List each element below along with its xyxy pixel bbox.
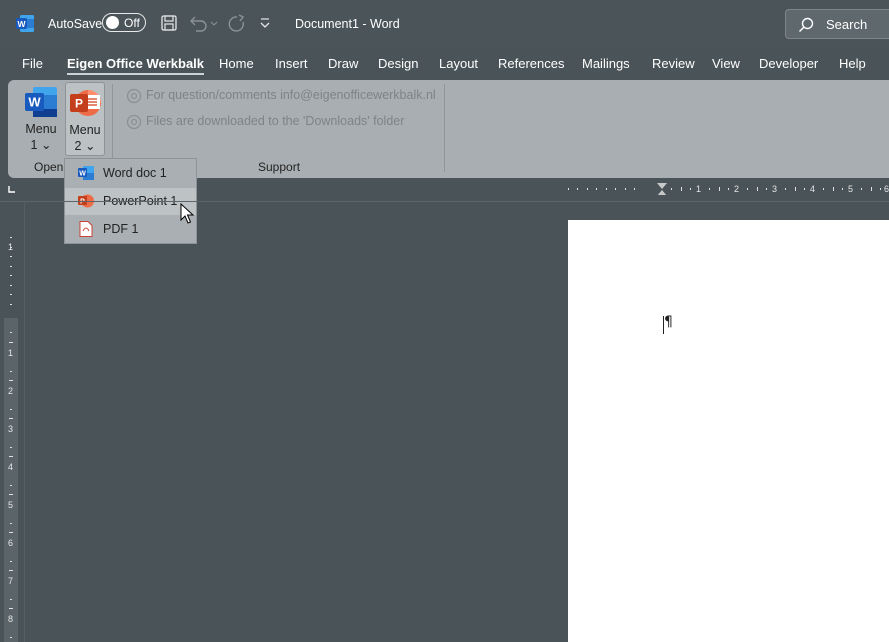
ruler-number: 6 [884, 184, 889, 194]
svg-text:W: W [28, 95, 41, 110]
ribbon-tabs: File Eigen Office Werkbalk Home Insert D… [0, 48, 889, 78]
tab-developer[interactable]: Developer [759, 56, 818, 71]
tab-help[interactable]: Help [839, 56, 866, 71]
ruler-number: 2 [734, 184, 740, 194]
group-separator [444, 84, 445, 172]
support-downloads-text: Files are downloaded to the 'Downloads' … [146, 114, 405, 128]
svg-text:P: P [75, 97, 83, 111]
ruler-number: 5 [848, 184, 854, 194]
autosave-toggle[interactable]: Off [102, 13, 146, 32]
word-app-icon: W [16, 15, 34, 32]
mouse-pointer-icon [180, 203, 194, 224]
toggle-knob [106, 16, 119, 29]
menu-2-label: Menu [69, 123, 101, 137]
tab-selector-icon[interactable] [8, 185, 16, 193]
autosave-label: AutoSave [48, 17, 103, 31]
ruler-number: 1 [696, 184, 702, 194]
ruler-number: 1 [8, 348, 14, 358]
ruler-number: 7 [8, 576, 14, 586]
pdf-icon [79, 221, 93, 237]
menu-1-button[interactable]: W Menu 1 ⌄ [22, 82, 60, 154]
save-icon[interactable] [160, 14, 178, 32]
document-page[interactable] [568, 220, 889, 642]
tab-eigen-office-werkbalk[interactable]: Eigen Office Werkbalk [67, 56, 205, 75]
tab-draw[interactable]: Draw [328, 56, 358, 71]
tab-file[interactable]: File [22, 56, 43, 71]
title-bar: W AutoSave Off Document1 - Word Search [0, 0, 889, 48]
tab-home[interactable]: Home [219, 56, 254, 71]
horizontal-ruler[interactable] [566, 183, 889, 195]
dropdown-item-label: Word doc 1 [103, 166, 167, 180]
document-title: Document1 - Word [295, 17, 400, 31]
ruler-number: 8 [8, 614, 14, 624]
svg-text:W: W [79, 170, 86, 177]
tab-view[interactable]: View [712, 56, 740, 71]
dropdown-item-pdf[interactable]: PDF 1 [65, 216, 196, 243]
word-doc-icon: W [78, 166, 94, 180]
group-label-support: Support [258, 160, 301, 174]
ruler-number: 3 [8, 424, 14, 434]
ruler-divider [0, 201, 889, 202]
ruler-number: 1 [8, 242, 14, 252]
tab-references[interactable]: References [498, 56, 564, 71]
group-label-open: Open [34, 160, 64, 174]
ruler-number: 5 [8, 500, 14, 510]
paragraph-mark: ¶ [664, 314, 673, 330]
ruler-number: 4 [810, 184, 816, 194]
menu-2-button[interactable]: P Menu 2 ⌄ [65, 82, 105, 156]
dropdown-item-label: PDF 1 [103, 222, 139, 236]
search-box[interactable]: Search [785, 9, 889, 39]
redo-icon[interactable] [227, 14, 247, 32]
tab-layout[interactable]: Layout [439, 56, 478, 71]
info-icon [126, 88, 142, 104]
dropdown-item-word-doc[interactable]: W Word doc 1 [65, 160, 196, 187]
powerpoint-menu-icon: P [70, 90, 101, 116]
search-icon [798, 17, 814, 33]
customize-quick-access-icon[interactable] [259, 16, 271, 30]
toggle-state: Off [124, 16, 140, 30]
ruler-number: 3 [772, 184, 778, 194]
ruler-number: 4 [8, 462, 14, 472]
vertical-ruler-divider [24, 202, 25, 642]
info-icon [126, 114, 142, 130]
word-menu-icon: W [25, 87, 57, 117]
tab-insert[interactable]: Insert [275, 56, 308, 71]
svg-text:W: W [17, 19, 26, 29]
ruler-number: 2 [8, 386, 14, 396]
menu-2-number: 2 ⌄ [74, 139, 96, 153]
ruler-number: 6 [8, 538, 14, 548]
tab-design[interactable]: Design [378, 56, 418, 71]
search-placeholder: Search [826, 17, 868, 32]
tab-review[interactable]: Review [652, 56, 695, 71]
support-contact-text: For question/comments info@eigenofficewe… [146, 88, 436, 102]
undo-icon[interactable] [188, 14, 218, 32]
menu-1-label: Menu [25, 122, 57, 136]
menu-1-number: 1 ⌄ [30, 138, 52, 152]
tab-mailings[interactable]: Mailings [582, 56, 630, 71]
